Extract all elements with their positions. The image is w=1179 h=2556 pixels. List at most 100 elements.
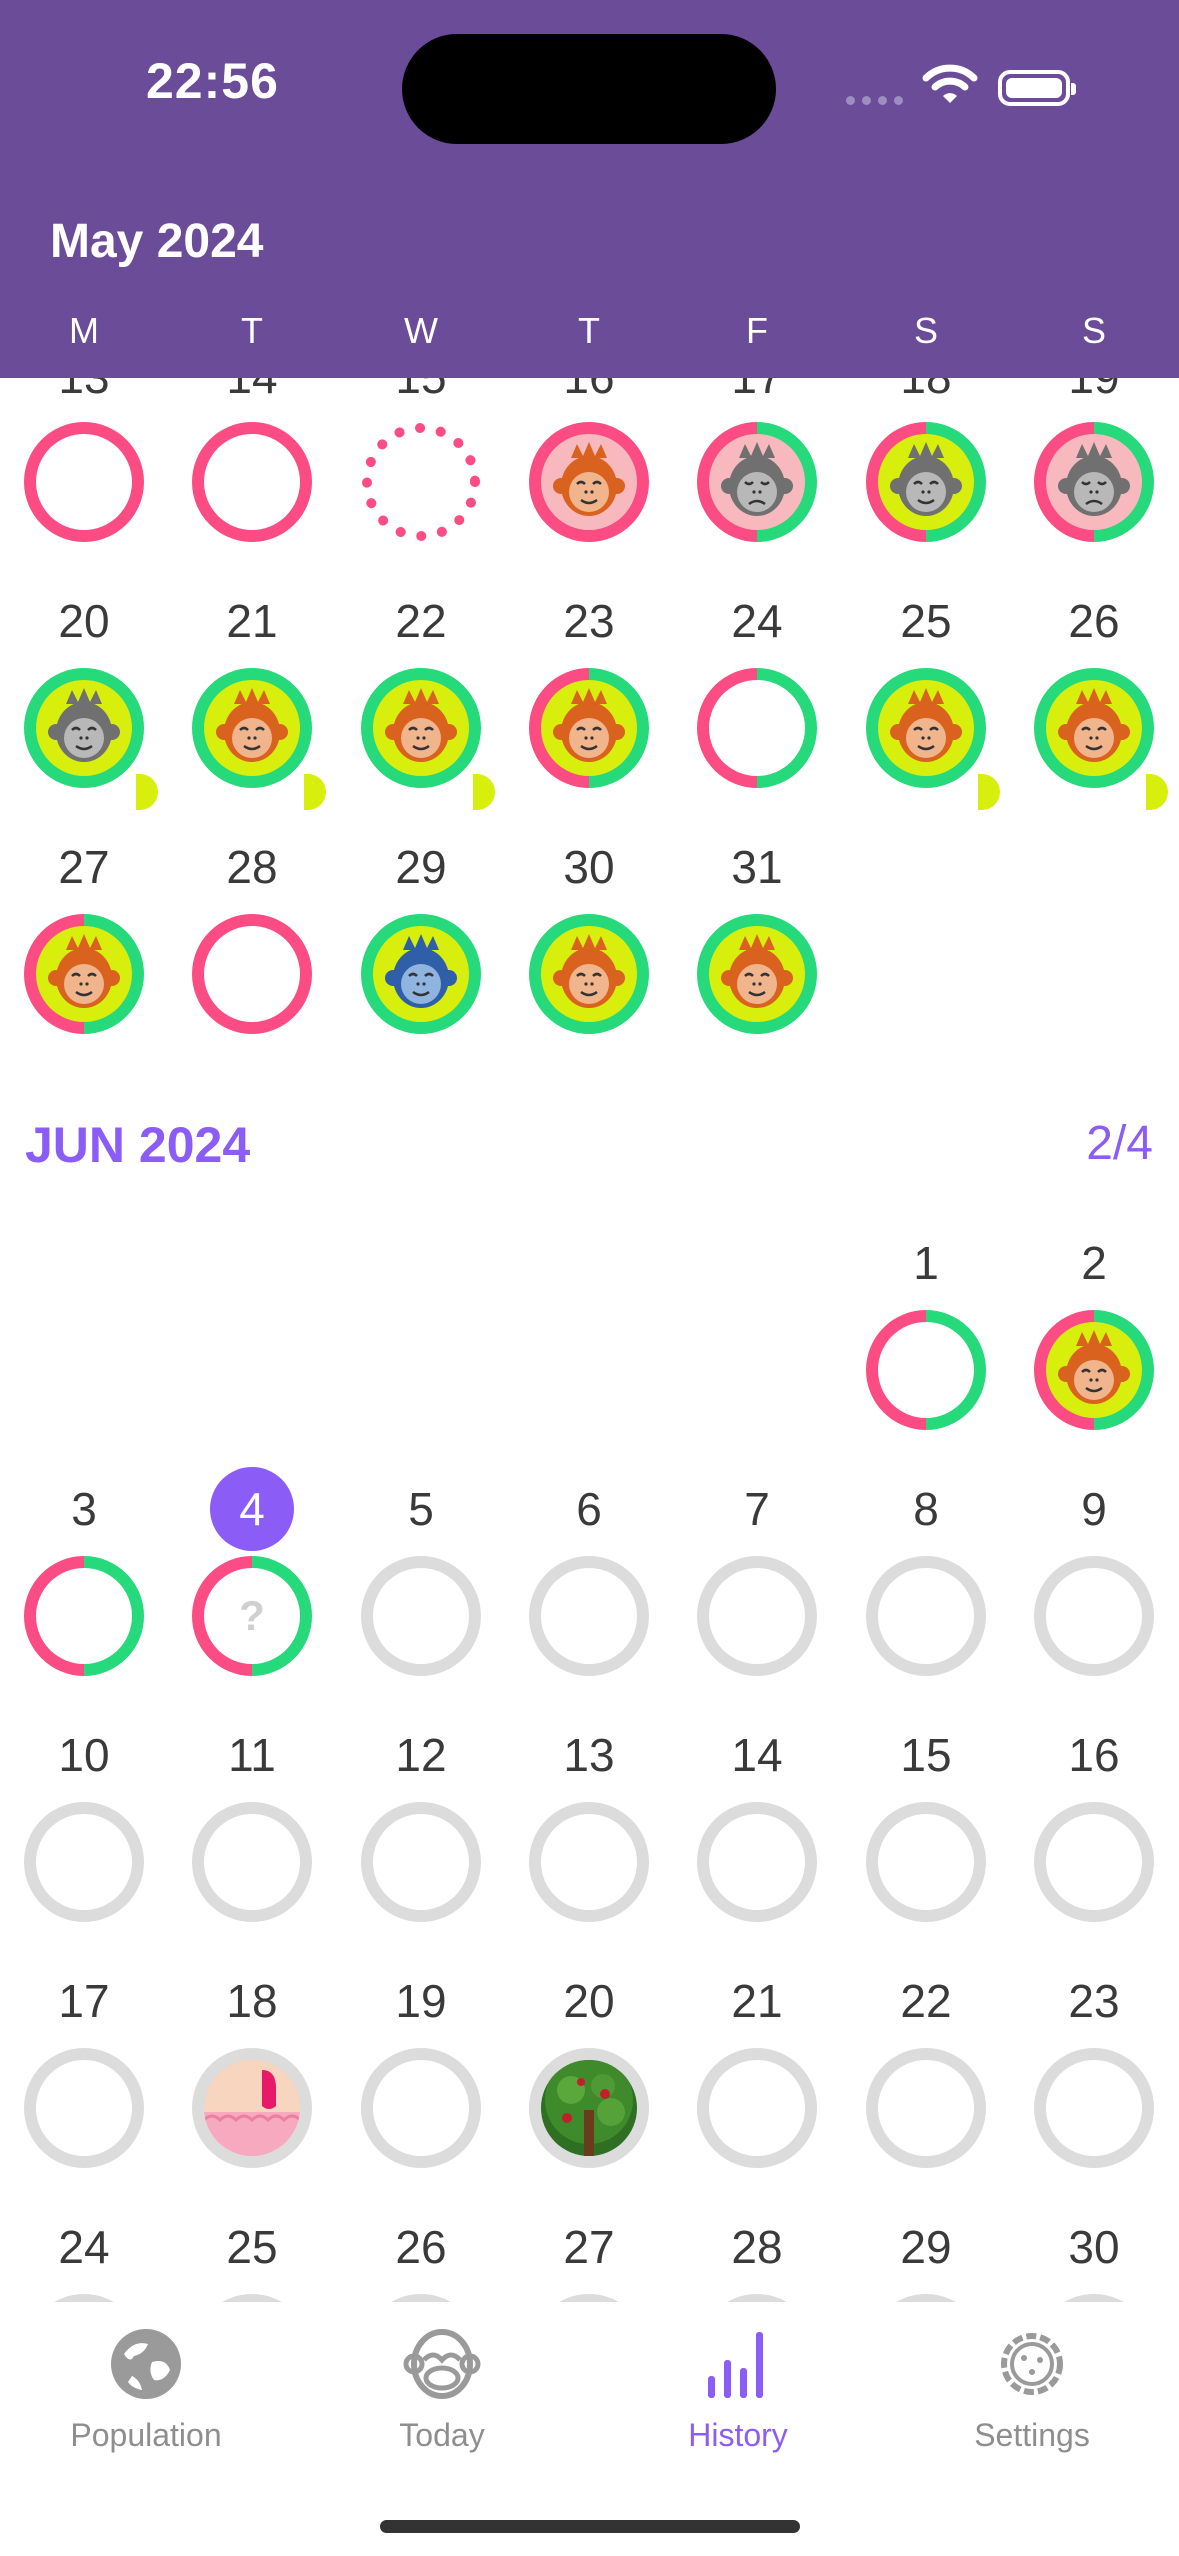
day-number: 29	[900, 2221, 952, 2273]
day-ring[interactable]	[866, 2048, 986, 2168]
day-ring[interactable]	[866, 422, 986, 542]
streak-badge-icon	[136, 774, 158, 810]
day-number: 26	[1068, 595, 1120, 647]
day-ring[interactable]	[1034, 1310, 1154, 1430]
battery-icon	[998, 70, 1076, 106]
orangutan-face-icon	[1046, 680, 1142, 776]
tab-today[interactable]: Today	[342, 2324, 542, 2454]
weekday-sat: S	[913, 310, 938, 351]
orangutan-face-icon	[36, 926, 132, 1022]
tab-settings[interactable]: Settings	[932, 2324, 1132, 2454]
globe-icon	[111, 2329, 181, 2399]
day-number: 22	[900, 1975, 952, 2027]
day-ring[interactable]	[24, 2048, 144, 2168]
day-number: 2	[1081, 1237, 1107, 1289]
day-number: 6	[576, 1483, 602, 1535]
day-number: 23	[563, 595, 615, 647]
day-number: 22	[395, 595, 447, 647]
day-ring-today[interactable]: ?	[192, 1556, 312, 1676]
orangutan-face-icon	[1046, 1322, 1142, 1418]
orangutan-face-icon	[709, 926, 805, 1022]
tab-label: Today	[399, 2417, 485, 2453]
day-ring-dotted[interactable]	[361, 422, 481, 542]
day-number: 9	[1081, 1483, 1107, 1535]
day-ring[interactable]	[697, 422, 817, 542]
day-ring[interactable]	[1034, 1802, 1154, 1922]
month-progress-count: 2/4	[1086, 1117, 1153, 1170]
day-ring[interactable]	[192, 1802, 312, 1922]
day-ring[interactable]	[192, 422, 312, 542]
day-ring[interactable]	[529, 422, 649, 542]
day-ring[interactable]	[1034, 668, 1154, 788]
day-number: 28	[731, 2221, 783, 2273]
day-ring[interactable]	[192, 914, 312, 1034]
orangutan-face-icon	[373, 680, 469, 776]
day-number: 26	[395, 2221, 447, 2273]
day-number: 10	[58, 1729, 110, 1781]
gear-icon	[1001, 2333, 1063, 2395]
day-number: 11	[228, 1729, 276, 1781]
day-ring[interactable]	[361, 2048, 481, 2168]
day-number: 8	[913, 1483, 939, 1535]
month-title: May 2024	[50, 215, 264, 268]
tab-population[interactable]: Population	[46, 2324, 246, 2454]
day-ring[interactable]	[192, 2048, 312, 2168]
day-ring[interactable]	[192, 668, 312, 788]
day-number: 28	[226, 841, 278, 893]
gorilla-face-icon	[709, 434, 805, 530]
signal-dots-icon	[846, 96, 903, 105]
day-ring[interactable]	[24, 422, 144, 542]
day-ring[interactable]	[697, 2048, 817, 2168]
day-ring[interactable]	[866, 1310, 986, 1430]
day-number: 20	[563, 1975, 615, 2027]
day-ring[interactable]	[529, 1802, 649, 1922]
day-ring[interactable]	[697, 1556, 817, 1676]
day-ring[interactable]	[24, 914, 144, 1034]
wifi-icon	[922, 64, 978, 103]
day-ring[interactable]	[361, 668, 481, 788]
day-ring[interactable]	[866, 668, 986, 788]
month-section-title: JUN 2024	[25, 1117, 251, 1173]
day-ring[interactable]	[24, 1802, 144, 1922]
orangutan-face-icon	[541, 434, 637, 530]
day-ring[interactable]	[1034, 1556, 1154, 1676]
tab-label: History	[688, 2417, 788, 2453]
day-ring[interactable]	[866, 1556, 986, 1676]
day-ring[interactable]	[866, 1802, 986, 1922]
day-ring[interactable]	[529, 668, 649, 788]
day-number: 19	[395, 1975, 447, 2027]
day-ring[interactable]	[1034, 422, 1154, 542]
tab-history[interactable]: History	[638, 2324, 838, 2454]
day-ring[interactable]	[697, 914, 817, 1034]
tab-bar: Population Today History Settings	[0, 2302, 1179, 2556]
tree-icon	[541, 2060, 637, 2156]
day-ring[interactable]	[24, 1556, 144, 1676]
day-ring[interactable]	[361, 1556, 481, 1676]
gorilla-face-icon	[878, 434, 974, 530]
day-ring[interactable]	[24, 668, 144, 788]
day-ring[interactable]	[1034, 2048, 1154, 2168]
day-number: 5	[408, 1483, 434, 1535]
day-number: 25	[900, 595, 952, 647]
day-ring[interactable]	[529, 914, 649, 1034]
gorilla-face-icon	[373, 926, 469, 1022]
day-ring[interactable]	[361, 1802, 481, 1922]
day-number: 20	[58, 595, 110, 647]
weekday-tue: T	[241, 310, 263, 351]
orangutan-face-icon	[541, 680, 637, 776]
home-indicator[interactable]	[380, 2520, 800, 2533]
orangutan-face-icon	[541, 926, 637, 1022]
day-ring[interactable]	[697, 1802, 817, 1922]
weekday-fri: F	[746, 310, 768, 351]
streak-badge-icon	[1146, 774, 1168, 810]
day-number: 30	[563, 841, 615, 893]
day-ring[interactable]	[529, 1556, 649, 1676]
day-number: 24	[58, 2221, 110, 2273]
weekday-wed: W	[404, 310, 438, 351]
day-ring[interactable]	[529, 2048, 649, 2168]
day-ring[interactable]	[697, 668, 817, 788]
streak-badge-icon	[978, 774, 1000, 810]
weekday-thu: T	[578, 310, 600, 351]
day-ring[interactable]	[361, 914, 481, 1034]
unknown-mark: ?	[239, 1592, 265, 1639]
